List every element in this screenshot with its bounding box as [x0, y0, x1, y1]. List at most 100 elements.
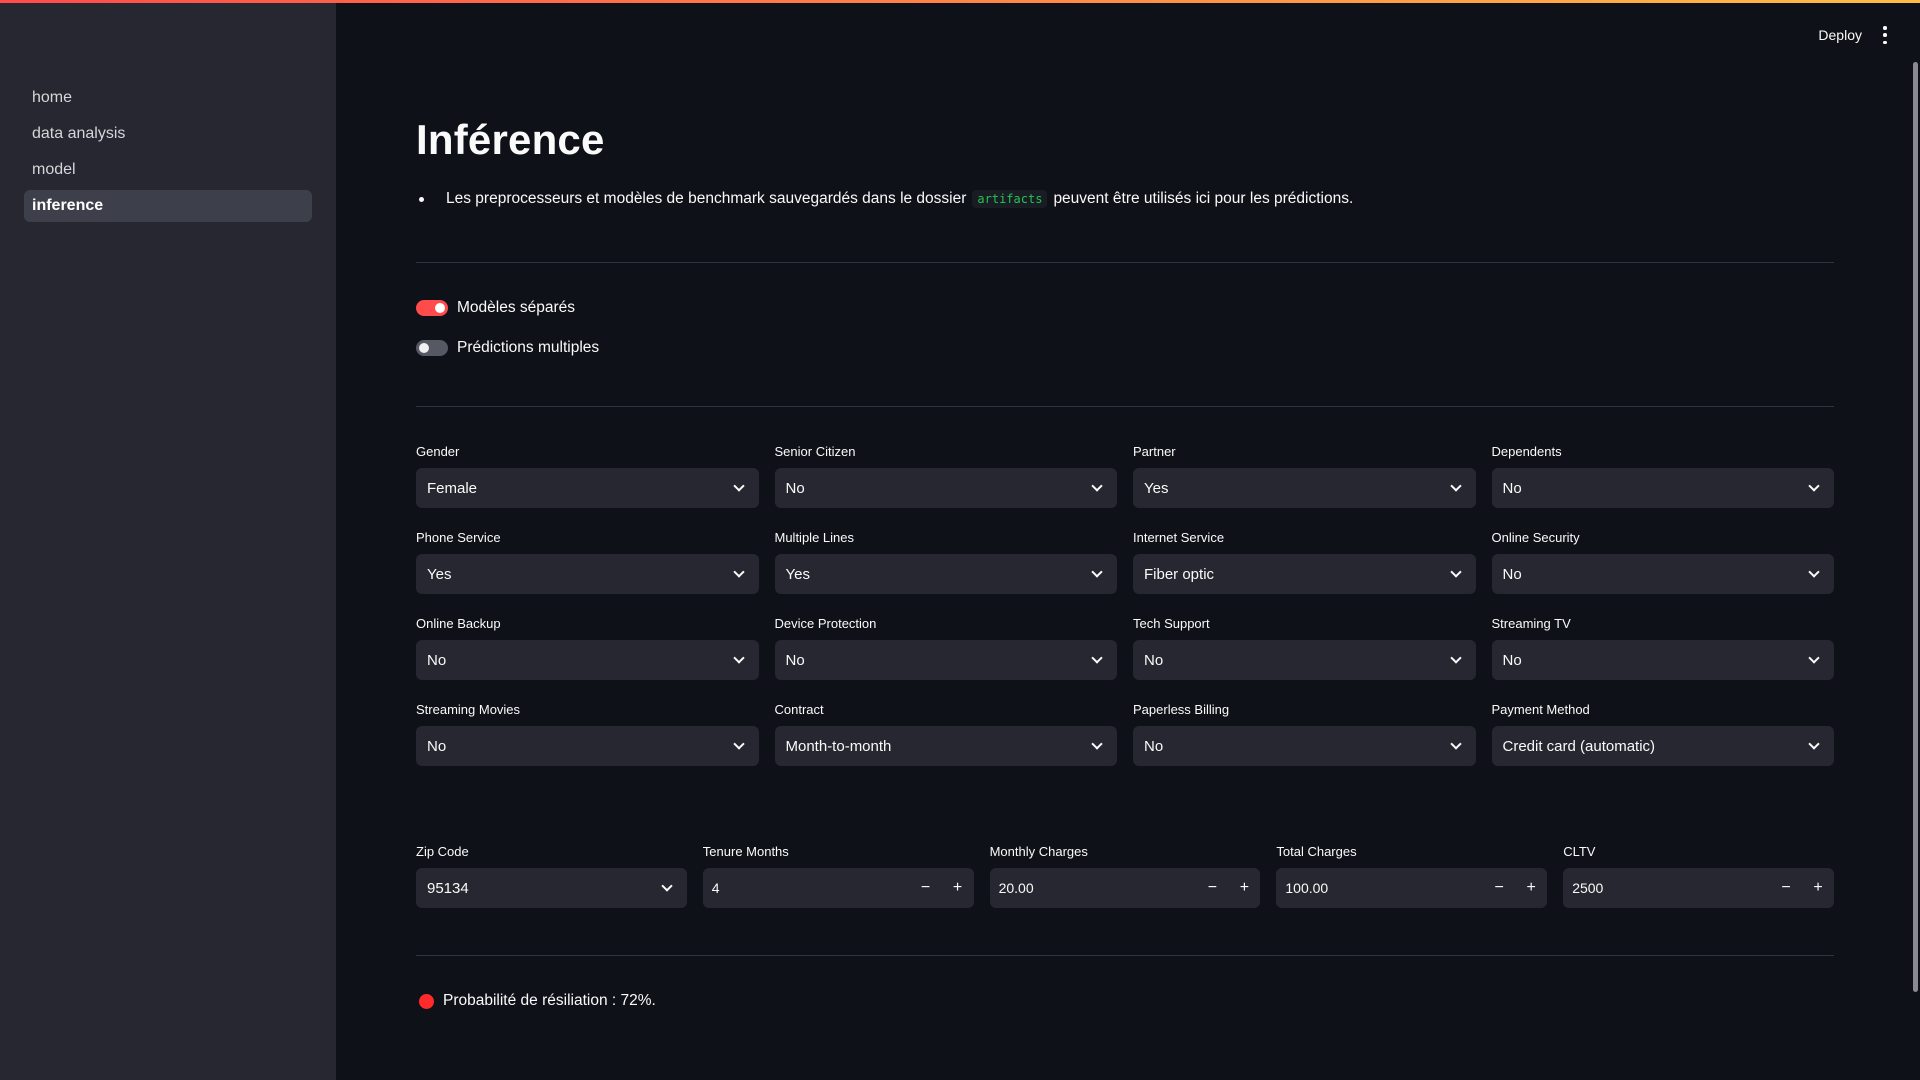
numeric-fields-grid: Zip Code95134 Tenure Months−+ Monthly Ch… — [416, 842, 1834, 908]
field-contract: Contract Month-to-month — [774, 700, 1117, 766]
field-label: Contract — [774, 702, 824, 717]
field-paperless-billing: Paperless Billing No — [1133, 700, 1476, 766]
chevron-down-icon — [732, 479, 745, 492]
field-label: Total Charges — [1276, 844, 1357, 859]
toggle-switch[interactable] — [416, 340, 448, 356]
decrement-button[interactable]: − — [1196, 868, 1228, 908]
select-value: Month-to-month — [785, 737, 892, 755]
deploy-button[interactable]: Deploy — [1818, 27, 1862, 43]
select-value: Female — [427, 479, 478, 497]
increment-button[interactable]: + — [1515, 868, 1547, 908]
field-senior-citizen: Senior Citizen No — [774, 442, 1117, 508]
select-value: No — [1502, 651, 1522, 669]
streaming-tv-select[interactable]: No — [1491, 640, 1834, 680]
gender-select[interactable]: Female — [416, 468, 759, 508]
artifacts-code: artifacts — [972, 190, 1048, 208]
field-label: Gender — [416, 444, 460, 459]
sidebar-nav: home data analysis model inference — [24, 82, 312, 226]
toggle-label: Modèles séparés — [457, 299, 576, 316]
field-cltv: CLTV −+ — [1563, 842, 1834, 908]
select-value: Yes — [427, 565, 452, 583]
online-backup-select[interactable]: No — [416, 640, 759, 680]
field-label: Streaming Movies — [416, 702, 521, 717]
number-value[interactable] — [702, 880, 910, 896]
select-value: No — [785, 479, 805, 497]
increment-button[interactable]: + — [1228, 868, 1260, 908]
partner-select[interactable]: Yes — [1133, 468, 1476, 508]
select-value: No — [1502, 565, 1522, 583]
sidebar-item-home[interactable]: home — [24, 82, 312, 114]
toggle-multiple-predictions[interactable]: Prédictions multiples — [416, 339, 599, 357]
total-charges-input: −+ — [1276, 868, 1548, 908]
select-value: Yes — [1144, 479, 1169, 497]
toggle-label: Prédictions multiples — [457, 339, 600, 356]
field-multiple-lines: Multiple Lines Yes — [774, 528, 1117, 594]
decrement-button[interactable]: − — [910, 868, 942, 908]
streaming-movies-select[interactable]: No — [416, 726, 759, 766]
header-toolbar: Deploy — [1818, 26, 1890, 44]
field-dependents: Dependents No — [1491, 442, 1834, 508]
senior-citizen-select[interactable]: No — [774, 468, 1117, 508]
field-internet-service: Internet Service Fiber optic — [1133, 528, 1476, 594]
field-label: Zip Code — [416, 844, 469, 859]
phone-service-select[interactable]: Yes — [416, 554, 759, 594]
field-payment-method: Payment Method Credit card (automatic) — [1491, 700, 1834, 766]
field-label: CLTV — [1563, 844, 1596, 859]
field-gender: Gender Female — [416, 442, 759, 508]
select-value: 95134 — [427, 879, 469, 897]
field-label: Senior Citizen — [774, 444, 856, 459]
divider — [416, 262, 1834, 263]
chevron-down-icon — [1449, 565, 1462, 578]
paperless-billing-select[interactable]: No — [1133, 726, 1476, 766]
tech-support-select[interactable]: No — [1133, 640, 1476, 680]
online-security-select[interactable]: No — [1491, 554, 1834, 594]
select-fields-grid: Gender Female Senior Citizen No Partner Yes… — [416, 442, 1834, 766]
top-decoration-bar — [0, 0, 1920, 3]
sidebar-item-inference[interactable]: inference — [24, 190, 312, 222]
select-value: No — [1144, 651, 1164, 669]
select-value: Fiber optic — [1144, 565, 1215, 583]
increment-button[interactable]: + — [1802, 868, 1834, 908]
tenure-months-input: −+ — [702, 868, 974, 908]
field-label: Phone Service — [416, 530, 501, 545]
chevron-down-icon — [1808, 479, 1820, 492]
field-label: Monthly Charges — [989, 844, 1088, 859]
number-value[interactable] — [1276, 880, 1484, 896]
field-zip-code: Zip Code 95134 — [416, 842, 687, 908]
sidebar-item-model[interactable]: model — [24, 154, 312, 186]
number-value[interactable] — [989, 880, 1197, 896]
device-protection-select[interactable]: No — [774, 640, 1117, 680]
payment-method-select[interactable]: Credit card (automatic) — [1491, 726, 1834, 766]
increment-button[interactable]: + — [942, 868, 974, 908]
zip-code-select[interactable]: 95134 — [416, 868, 687, 908]
select-value: No — [427, 737, 447, 755]
red-circle-icon — [419, 993, 434, 1009]
field-label: Streaming TV — [1491, 616, 1571, 631]
chevron-down-icon — [1808, 737, 1820, 750]
field-label: Multiple Lines — [774, 530, 855, 545]
number-value[interactable] — [1563, 880, 1770, 896]
decrement-button[interactable]: − — [1770, 868, 1802, 908]
chevron-down-icon — [732, 737, 745, 750]
toggle-separate-models[interactable]: Modèles séparés — [416, 299, 575, 317]
internet-service-select[interactable]: Fiber optic — [1133, 554, 1476, 594]
field-total-charges: Total Charges −+ — [1276, 842, 1548, 908]
divider — [416, 406, 1834, 407]
dependents-select[interactable]: No — [1491, 468, 1834, 508]
field-streaming-movies: Streaming Movies No — [416, 700, 759, 766]
chevron-down-icon — [1449, 737, 1462, 750]
field-device-protection: Device Protection No — [774, 614, 1117, 680]
field-phone-service: Phone Service Yes — [416, 528, 759, 594]
scrollbar[interactable] — [1913, 62, 1918, 992]
contract-select[interactable]: Month-to-month — [774, 726, 1117, 766]
field-label: Internet Service — [1133, 530, 1225, 545]
decrement-button[interactable]: − — [1483, 868, 1515, 908]
multiple-lines-select[interactable]: Yes — [774, 554, 1117, 594]
sidebar-item-data-analysis[interactable]: data analysis — [24, 118, 312, 150]
toggle-switch[interactable] — [416, 300, 448, 316]
prediction-result: Probabilité de résiliation : 72%. — [419, 992, 656, 1010]
main-menu-icon[interactable] — [1880, 26, 1890, 44]
description-text-after: peuvent être utilisés ici pour les prédi… — [1053, 190, 1354, 207]
select-value: Credit card (automatic) — [1502, 737, 1656, 755]
field-label: Tenure Months — [702, 844, 789, 859]
